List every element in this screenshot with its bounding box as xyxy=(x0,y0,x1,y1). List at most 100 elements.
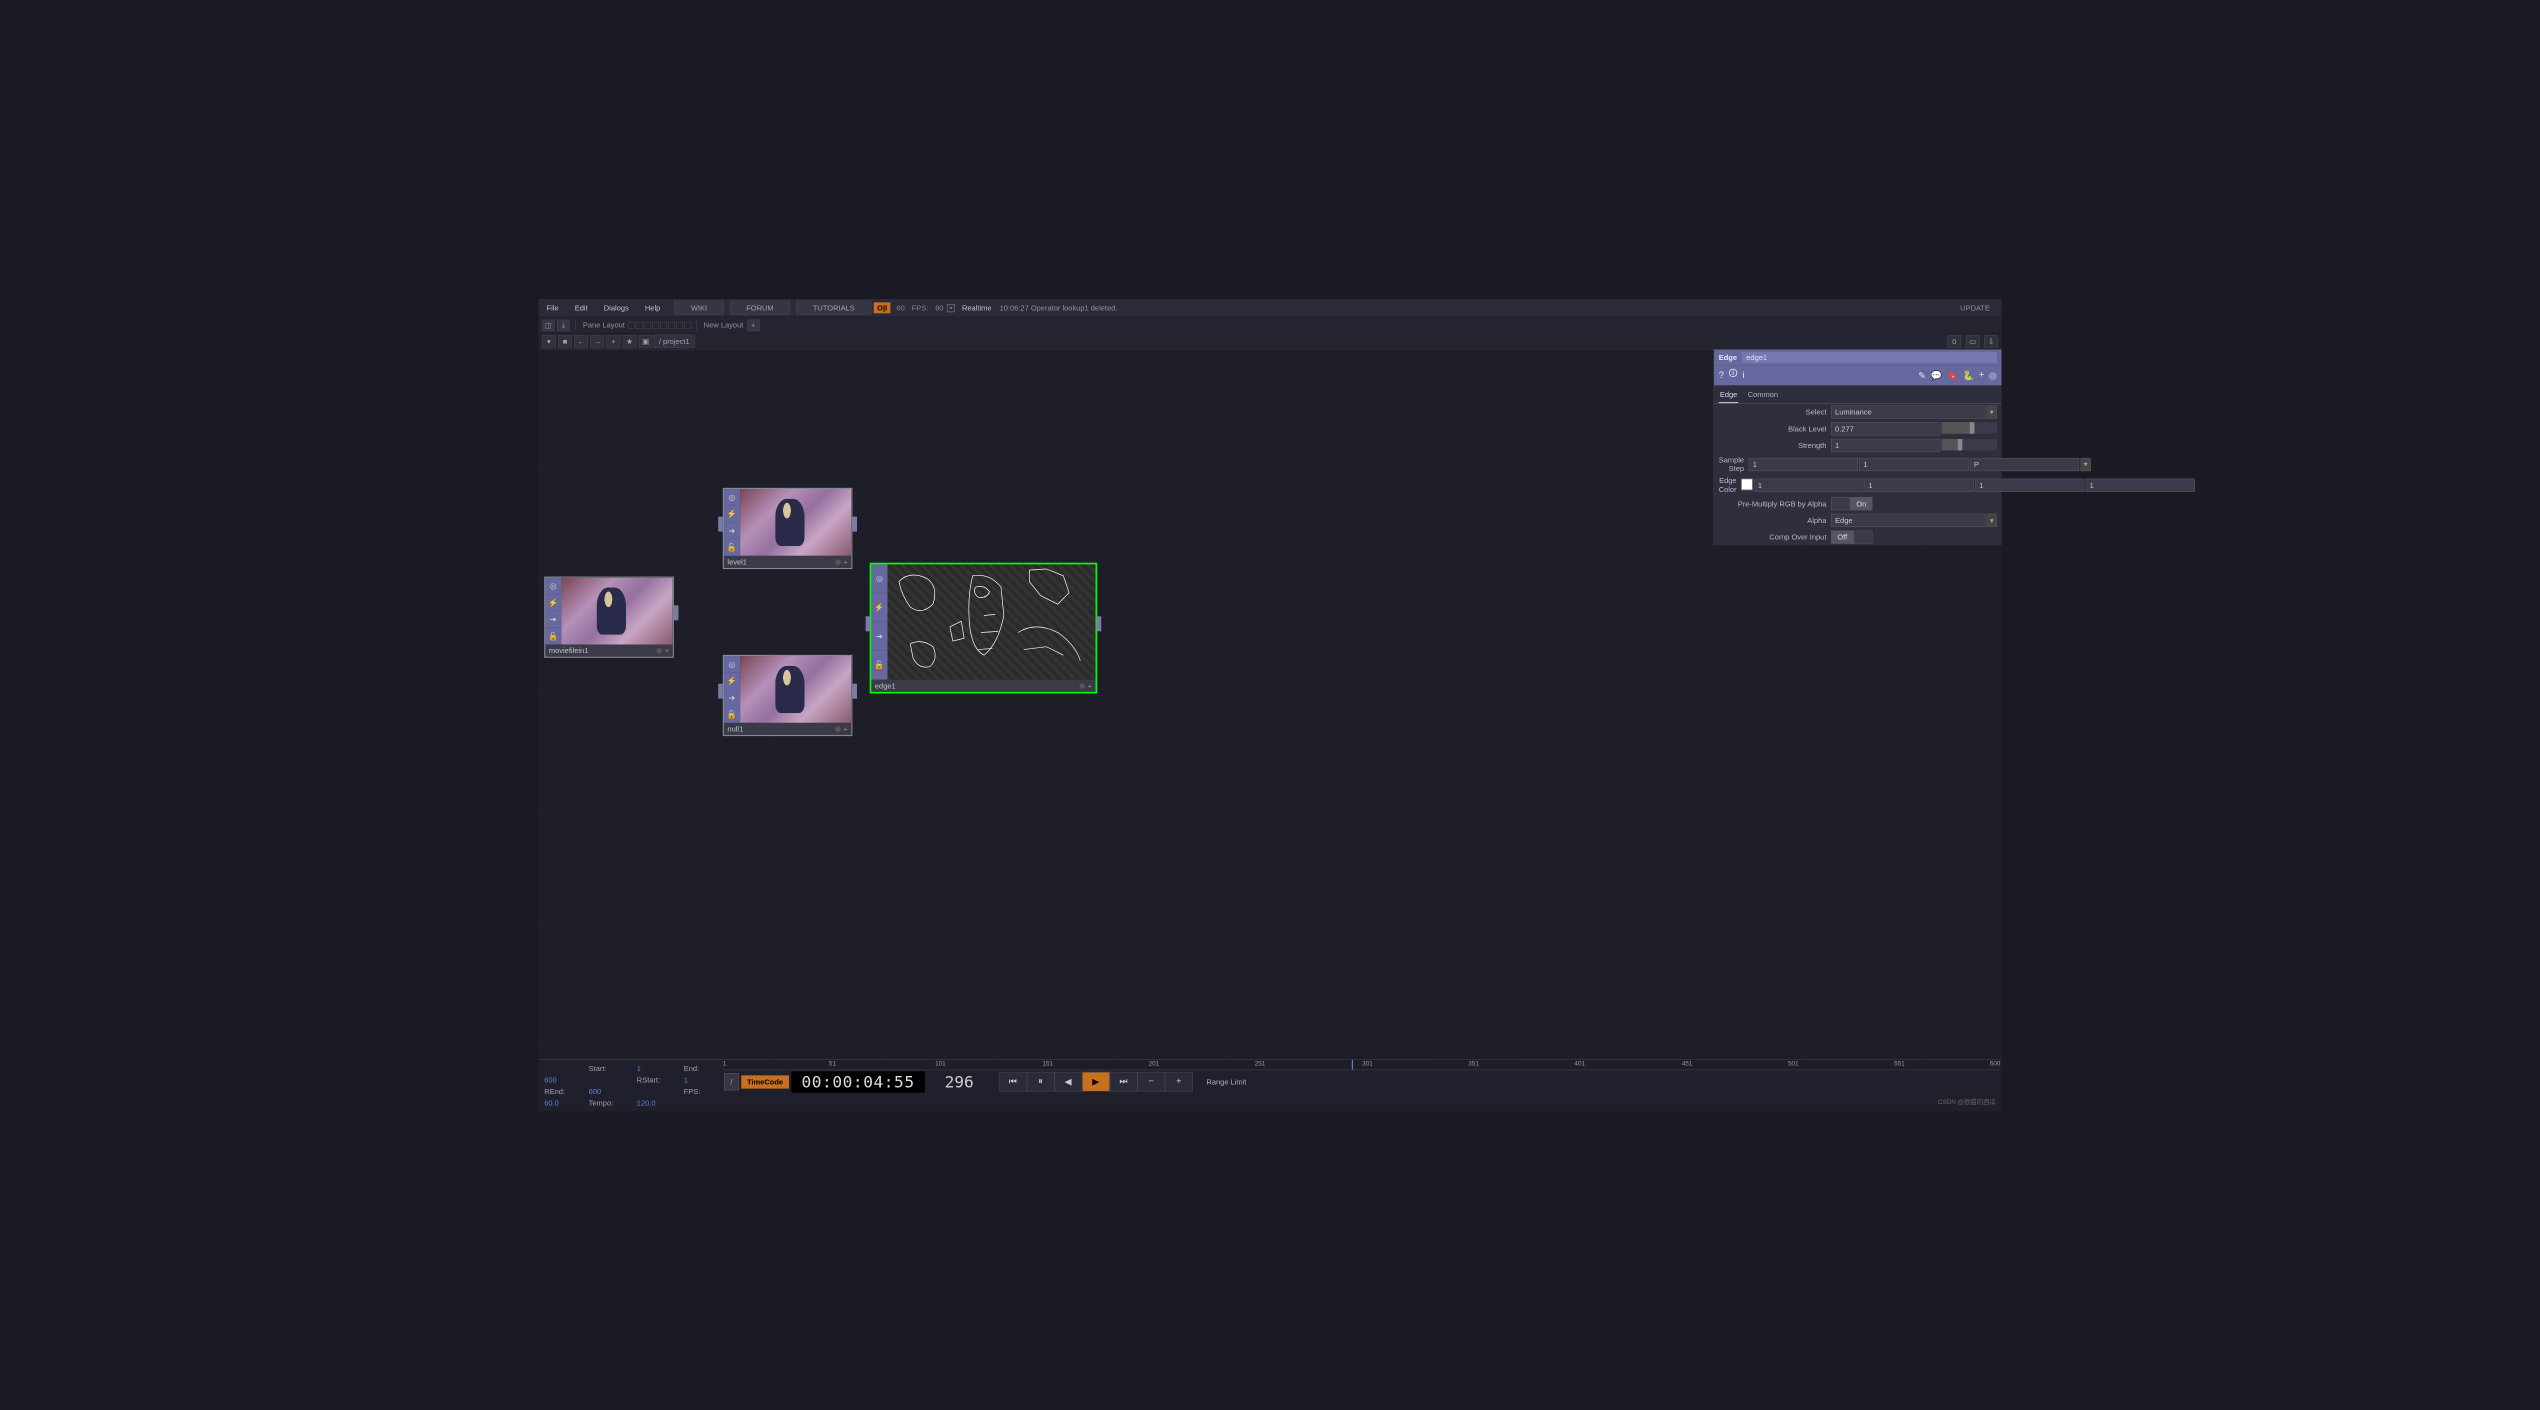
input-connector[interactable] xyxy=(718,684,723,699)
premult-toggle[interactable]: On xyxy=(1831,497,1873,510)
help-icon[interactable]: ? xyxy=(1719,370,1724,380)
layout-preset-3[interactable] xyxy=(644,322,651,329)
realtime-checkbox[interactable]: × xyxy=(947,304,955,312)
sample-step-y[interactable] xyxy=(1859,458,1968,471)
edit-icon[interactable]: ✎ xyxy=(1918,369,1926,381)
bypass-icon[interactable]: ⚡ xyxy=(871,593,887,622)
select-dropdown[interactable] xyxy=(1831,405,1985,418)
timecode-label[interactable]: TimeCode xyxy=(741,1075,789,1088)
wiki-button[interactable]: WIKI xyxy=(674,301,724,315)
sample-step-x[interactable] xyxy=(1749,458,1858,471)
star-icon[interactable]: ★ xyxy=(623,335,637,348)
tutorials-button[interactable]: TUTORIALS xyxy=(796,301,871,315)
layout-preset-1[interactable] xyxy=(628,322,635,329)
viewer-icon[interactable]: ◎ xyxy=(724,656,740,673)
ruler[interactable]: 1 51 101 151 201 251 301 351 401 451 501… xyxy=(723,1060,2002,1070)
node-null1[interactable]: ◎ ⚡ ➜ 🔓 null1 + xyxy=(723,655,853,736)
new-layout-label[interactable]: New Layout xyxy=(704,321,744,330)
node-edge1[interactable]: ◎ ⚡ ➜ 🔓 xyxy=(870,563,1098,694)
edge-color-a[interactable] xyxy=(2086,478,2195,491)
strength-slider[interactable] xyxy=(1942,439,1997,451)
layout-icon2[interactable]: ⤓ xyxy=(557,319,570,331)
slash-button[interactable]: / xyxy=(724,1073,739,1090)
folder-icon[interactable]: ▣ xyxy=(639,335,653,348)
gear-icon[interactable]: ◎ xyxy=(1989,369,1997,381)
menu-file[interactable]: File xyxy=(538,300,566,316)
add-icon[interactable]: + xyxy=(606,335,620,348)
back-icon[interactable]: ← xyxy=(574,335,588,348)
output-connector[interactable] xyxy=(852,517,857,532)
activate-icon[interactable]: ➜ xyxy=(724,522,740,539)
black-level-slider[interactable] xyxy=(1942,422,1997,434)
tab-common[interactable]: Common xyxy=(1747,388,1780,404)
layout-preset-7[interactable] xyxy=(676,322,683,329)
dropdown-arrow-icon[interactable]: ▾ xyxy=(2080,458,2090,471)
rend-value[interactable]: 600 xyxy=(589,1087,630,1096)
fps-value[interactable]: 60.0 xyxy=(544,1098,581,1107)
layout-preset-8[interactable] xyxy=(684,322,691,329)
update-button[interactable]: UPDATE xyxy=(1960,304,1990,313)
edge-color-r[interactable] xyxy=(1754,478,1863,491)
tag-icon[interactable]: 🔖 xyxy=(1947,369,1958,381)
edge-color-g[interactable] xyxy=(1864,478,1973,491)
zero-button[interactable]: 0 xyxy=(1947,335,1961,348)
forward-icon[interactable]: → xyxy=(590,335,604,348)
strength-field[interactable] xyxy=(1831,439,1940,452)
rstart-value[interactable]: 1 xyxy=(684,1075,717,1084)
oi-indicator[interactable]: O|I xyxy=(874,302,891,313)
layout-preset-4[interactable] xyxy=(652,322,659,329)
lock-icon[interactable]: 🔓 xyxy=(871,651,887,680)
path-field[interactable]: / project1 xyxy=(654,335,695,348)
lock-icon[interactable]: 🔓 xyxy=(724,539,740,556)
bypass-icon[interactable]: ⚡ xyxy=(724,673,740,690)
forum-button[interactable]: FORUM xyxy=(730,301,791,315)
start-value[interactable]: 1 xyxy=(637,1064,677,1073)
timeline-track[interactable]: 1 51 101 151 201 251 301 351 401 451 501… xyxy=(723,1060,2002,1111)
frame-display[interactable]: 296 xyxy=(927,1071,991,1092)
output-connector[interactable] xyxy=(674,605,679,620)
activate-icon[interactable]: ➜ xyxy=(545,611,561,628)
menu-edit[interactable]: Edit xyxy=(567,300,596,316)
play-reverse-button[interactable]: ◀ xyxy=(1054,1072,1082,1092)
bypass-icon[interactable]: ⚡ xyxy=(724,506,740,523)
maximize-icon[interactable]: ▭ xyxy=(1966,335,1980,348)
output-connector[interactable] xyxy=(852,684,857,699)
tab-edge[interactable]: Edge xyxy=(1719,388,1739,404)
lock-icon[interactable]: 🔓 xyxy=(545,628,561,645)
menu-help[interactable]: Help xyxy=(637,300,669,316)
viewer-icon[interactable]: ◎ xyxy=(871,564,887,593)
black-level-field[interactable] xyxy=(1831,422,1940,435)
input-connector[interactable] xyxy=(718,517,723,532)
new-layout-add[interactable]: + xyxy=(747,319,760,331)
forward-end-button[interactable]: ⏭ xyxy=(1110,1072,1138,1092)
menu-dialogs[interactable]: Dialogs xyxy=(596,300,637,316)
viewer-icon[interactable]: ◎ xyxy=(724,489,740,506)
lock-icon[interactable]: 🔓 xyxy=(724,706,740,723)
play-button[interactable]: ▶ xyxy=(1082,1072,1110,1092)
pin-icon[interactable]: ⇩ xyxy=(1984,335,1998,348)
output-connector[interactable] xyxy=(1097,616,1102,631)
pane-layout-label[interactable]: Pane Layout xyxy=(583,321,625,330)
tempo-value[interactable]: 120.0 xyxy=(637,1098,677,1107)
sample-step-unit[interactable] xyxy=(1970,458,2079,471)
layout-preset-5[interactable] xyxy=(660,322,667,329)
bypass-icon[interactable]: ⚡ xyxy=(545,594,561,611)
playhead[interactable] xyxy=(1352,1060,1353,1070)
dropdown-arrow-icon[interactable]: ▾ xyxy=(1987,514,1997,527)
viewer-icon[interactable]: ◎ xyxy=(545,578,561,595)
range-limit-label[interactable]: Range Limit xyxy=(1206,1077,1246,1086)
edge-color-b[interactable] xyxy=(1975,478,2084,491)
plus-button[interactable]: + xyxy=(1165,1072,1193,1092)
add-param-icon[interactable]: + xyxy=(1979,369,1984,381)
comp-over-toggle[interactable]: Off xyxy=(1831,530,1872,543)
alpha-dropdown[interactable] xyxy=(1831,514,1985,527)
layout-preset-6[interactable] xyxy=(668,322,675,329)
node-add-icon[interactable]: + xyxy=(665,646,669,655)
help-op-icon[interactable]: 🛈 xyxy=(1728,367,1737,383)
pause-button[interactable]: ⏸ xyxy=(1027,1072,1055,1092)
node-moviefilein1[interactable]: ◎ ⚡ ➜ 🔓 moviefilein1 + xyxy=(544,577,674,658)
minus-button[interactable]: − xyxy=(1137,1072,1165,1092)
input-connector[interactable] xyxy=(866,616,871,631)
op-name-field[interactable]: edge1 xyxy=(1742,352,1997,363)
info-icon[interactable]: i xyxy=(1742,370,1744,380)
